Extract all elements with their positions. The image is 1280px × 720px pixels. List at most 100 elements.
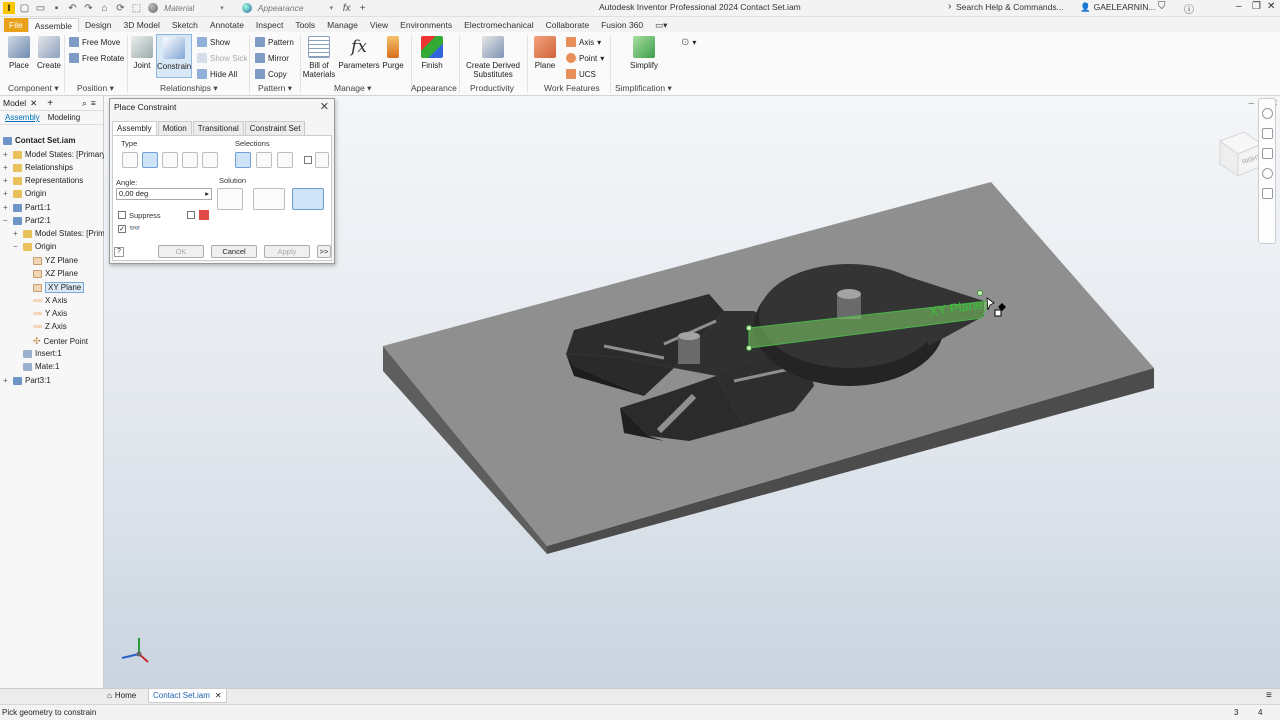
look-at-icon[interactable] [1261, 188, 1273, 199]
glasses-icon[interactable]: 👓 [129, 223, 140, 234]
tree-item-part2-origin[interactable]: − Origin [13, 242, 56, 251]
restore-icon[interactable]: ❐ [1252, 1, 1261, 12]
panel-work-features[interactable]: Work Features [544, 83, 600, 93]
predict-offset-icon[interactable] [315, 152, 329, 168]
pan-icon[interactable] [1261, 128, 1273, 139]
free-move-button[interactable]: Free Move [69, 37, 120, 47]
dialog-tab-constraint-set[interactable]: Constraint Set [244, 121, 306, 135]
plane-button[interactable]: Plane [532, 36, 558, 70]
selection-3-icon[interactable] [277, 152, 293, 168]
hide-all-button[interactable]: Hide All [197, 69, 237, 79]
dialog-tab-motion[interactable]: Motion [157, 121, 192, 135]
ucs-button[interactable]: UCS [566, 69, 596, 79]
search-icon[interactable]: ⌕ [82, 98, 87, 109]
open-icon[interactable]: ▭ [35, 3, 46, 14]
tree-item-relationships[interactable]: + Relationships [3, 163, 73, 172]
tree-item-part2[interactable]: − Part2:1 [3, 216, 51, 225]
tree-item-part3[interactable]: + Part3:1 [3, 376, 51, 385]
dialog-tab-assembly[interactable]: Assembly [112, 121, 157, 135]
mirror-button[interactable]: Mirror [255, 53, 289, 63]
update-icon[interactable]: ⟳ [115, 3, 126, 14]
browser-title[interactable]: Model [3, 98, 26, 108]
panel-manage[interactable]: Manage ▾ [334, 83, 371, 94]
browser-add-icon[interactable]: + [47, 98, 53, 109]
expand-icon[interactable]: + [13, 229, 20, 238]
tree-root[interactable]: Contact Set.iam [3, 136, 75, 145]
purge-button[interactable]: Purge [381, 36, 405, 70]
zoom-icon[interactable] [1261, 148, 1273, 159]
symmetry-constraint-icon[interactable] [202, 152, 218, 168]
panel-pattern[interactable]: Pattern ▾ [258, 83, 292, 94]
tab-design[interactable]: Design [79, 18, 117, 32]
tree-item-origin[interactable]: + Origin [3, 189, 46, 198]
tab-inspect[interactable]: Inspect [250, 18, 289, 32]
tree-item-yz-plane[interactable]: YZ Plane [33, 256, 78, 265]
selection-1-icon[interactable] [235, 152, 251, 168]
expand-icon[interactable]: + [3, 376, 10, 385]
cancel-button[interactable]: Cancel [211, 245, 257, 258]
show-preview-checkbox[interactable]: ✓ [118, 225, 126, 233]
free-rotate-button[interactable]: Free Rotate [69, 53, 124, 63]
browser-tab-modeling[interactable]: Modeling [48, 113, 80, 122]
simplify-button[interactable]: Simplify [626, 36, 662, 70]
tangent-constraint-icon[interactable] [162, 152, 178, 168]
collapse-icon[interactable]: − [13, 242, 20, 251]
doc-tab-contact-set[interactable]: Contact Set.iam ✕ [148, 689, 227, 703]
panel-appearance[interactable]: Appearance [411, 83, 457, 93]
constrain-button[interactable]: Constrain [156, 34, 192, 78]
home-icon[interactable]: ⌂ [99, 3, 110, 14]
collapse-icon[interactable]: − [3, 216, 10, 225]
undirected-solution-icon[interactable] [253, 188, 285, 210]
bill-of-materials-button[interactable]: Bill of Materials [302, 36, 336, 79]
dialog-close-icon[interactable]: ✕ [320, 100, 329, 113]
user-account[interactable]: 👤 GAELEARNIN... [1080, 2, 1155, 13]
tree-item-part2-model-states[interactable]: + Model States: [Primar [13, 229, 112, 238]
angle-input[interactable]: 0,00 deg ▸ [116, 188, 212, 200]
appearance-combo[interactable]: Appearance ▾ [241, 3, 333, 13]
help-icon[interactable]: ⓘ [1184, 1, 1194, 16]
doc-tab-menu-icon[interactable]: ≡ [1266, 690, 1272, 701]
new-file-icon[interactable]: ▢ [19, 3, 30, 14]
dialog-tab-transitional[interactable]: Transitional [192, 121, 244, 135]
redo-icon[interactable]: ↷ [83, 3, 94, 14]
browser-close-icon[interactable]: ✕ [30, 98, 37, 109]
fx-icon[interactable]: fx [341, 3, 352, 14]
cart-icon[interactable]: ⛉ [1158, 1, 1166, 12]
search-input[interactable]: Search Help & Commands... [956, 2, 1064, 12]
tab-assemble[interactable]: Assemble [27, 18, 80, 32]
explicit-reference-icon[interactable] [292, 188, 324, 210]
first-occurrence-checkbox[interactable] [304, 156, 312, 164]
limits-checkbox[interactable] [187, 211, 195, 219]
suppress-checkbox[interactable] [118, 211, 126, 219]
steering-wheel-icon[interactable] [1261, 108, 1273, 119]
ribbon-extra-options[interactable]: ⊙ ▾ [681, 37, 696, 48]
create-button[interactable]: Create [36, 36, 62, 70]
create-derived-substitutes-button[interactable]: Create Derived Substitutes [464, 36, 522, 79]
expand-icon[interactable]: + [3, 150, 10, 159]
panel-relationships[interactable]: Relationships ▾ [160, 83, 218, 94]
axis-button[interactable]: Axis ▾ [566, 37, 601, 47]
tree-item-xy-plane[interactable]: XY Plane [33, 282, 85, 293]
menu-icon[interactable]: ≡ [91, 98, 96, 108]
tab-3d-model[interactable]: 3D Model [118, 18, 166, 32]
close-icon[interactable]: ✕ [1267, 1, 1275, 12]
tree-item-z-axis[interactable]: Z Axis [33, 322, 67, 331]
tab-collaborate[interactable]: Collaborate [540, 18, 595, 32]
tab-sketch[interactable]: Sketch [166, 18, 204, 32]
tab-view[interactable]: View [364, 18, 394, 32]
tab-annotate[interactable]: Annotate [204, 18, 250, 32]
angle-arrow-icon[interactable]: ▸ [205, 189, 209, 199]
insert-constraint-icon[interactable] [182, 152, 198, 168]
plus-icon[interactable]: + [357, 3, 368, 14]
more-options-button[interactable]: >> [317, 245, 331, 258]
tree-item-x-axis[interactable]: X Axis [33, 296, 67, 305]
pattern-button[interactable]: Pattern [255, 37, 294, 47]
directed-solution-icon[interactable] [217, 188, 243, 210]
viewport-restore-icon[interactable]: – [1248, 98, 1254, 109]
expand-icon[interactable]: + [3, 176, 10, 185]
doc-tab-home[interactable]: ⌂ Home [107, 691, 136, 700]
tab-fusion-360[interactable]: Fusion 360 [595, 18, 649, 32]
tree-item-insert[interactable]: Insert:1 [23, 349, 62, 358]
tab-tools[interactable]: Tools [289, 18, 321, 32]
joint-button[interactable]: Joint [131, 36, 153, 70]
